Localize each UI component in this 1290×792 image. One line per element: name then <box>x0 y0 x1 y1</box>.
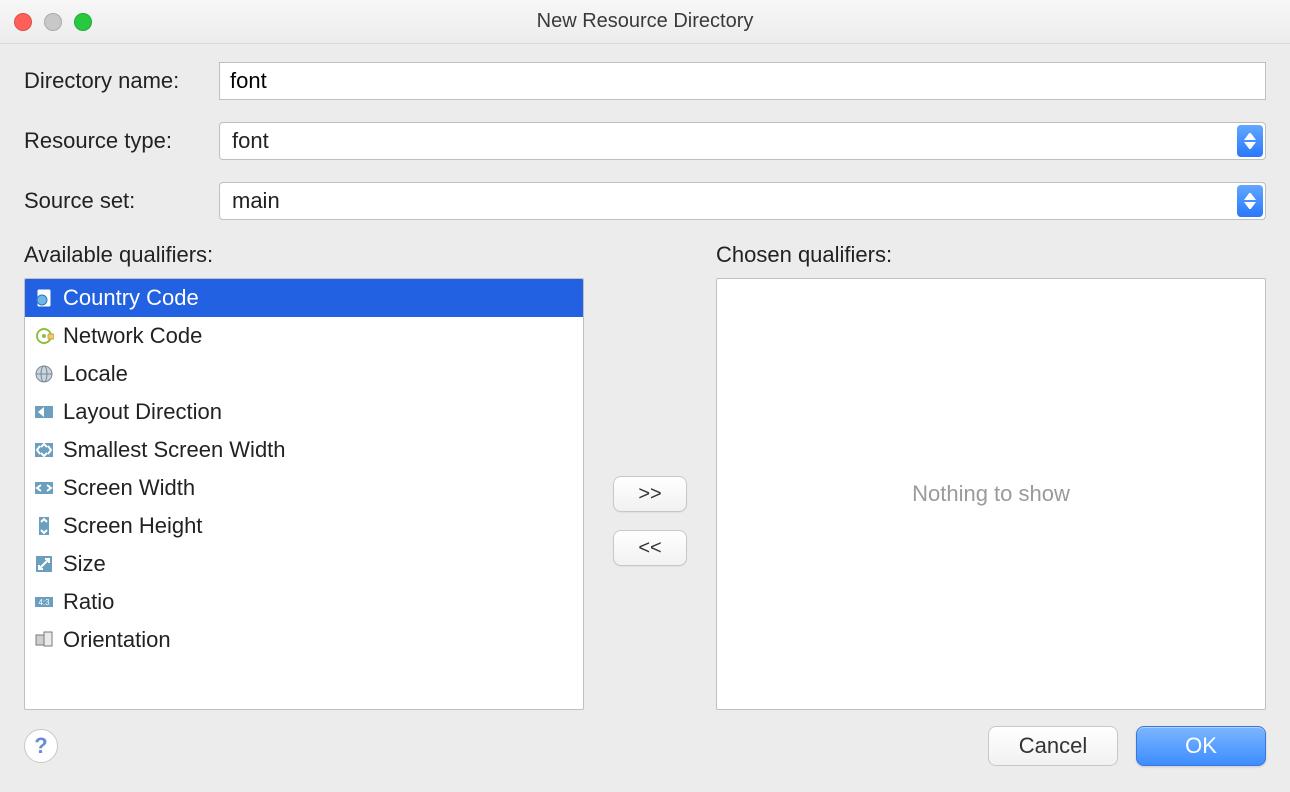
resource-type-select[interactable]: font <box>219 122 1266 160</box>
list-item-label: Orientation <box>63 627 171 653</box>
network-code-icon <box>33 325 55 347</box>
list-item[interactable]: Orientation <box>25 621 583 659</box>
help-button[interactable]: ? <box>24 729 58 763</box>
available-qualifiers-col: Available qualifiers: Country Code Networ… <box>24 242 584 710</box>
screen-width-icon <box>33 477 55 499</box>
size-icon <box>33 553 55 575</box>
window-title: New Resource Directory <box>0 10 1290 33</box>
directory-name-input[interactable] <box>219 62 1266 100</box>
available-qualifiers-list[interactable]: Country Code Network Code Locale Layout Dir… <box>24 278 584 710</box>
dropdown-stepper-icon <box>1237 185 1263 217</box>
list-item-label: Smallest Screen Width <box>63 437 286 463</box>
layout-direction-icon <box>33 401 55 423</box>
ok-button[interactable]: OK <box>1136 726 1266 766</box>
list-item[interactable]: Layout Direction <box>25 393 583 431</box>
titlebar: New Resource Directory <box>0 0 1290 44</box>
list-item-label: Network Code <box>63 323 202 349</box>
smallest-screen-width-icon <box>33 439 55 461</box>
locale-icon <box>33 363 55 385</box>
cancel-button[interactable]: Cancel <box>988 726 1118 766</box>
help-icon: ? <box>34 733 47 759</box>
minimize-icon[interactable] <box>44 13 62 31</box>
list-item[interactable]: Size <box>25 545 583 583</box>
resource-type-label: Resource type: <box>24 128 219 154</box>
source-set-value: main <box>220 184 292 218</box>
orientation-icon <box>33 629 55 651</box>
screen-height-icon <box>33 515 55 537</box>
chosen-qualifiers-label: Chosen qualifiers: <box>716 242 1266 268</box>
list-item-label: Country Code <box>63 285 199 311</box>
move-buttons-col: >> << <box>606 242 694 710</box>
list-item[interactable]: Network Code <box>25 317 583 355</box>
list-item[interactable]: Screen Height <box>25 507 583 545</box>
chosen-qualifiers-list[interactable]: Nothing to show <box>716 278 1266 710</box>
dialog-footer: ? Cancel OK <box>0 710 1290 792</box>
source-set-label: Source set: <box>24 188 219 214</box>
list-item[interactable]: Screen Width <box>25 469 583 507</box>
chosen-qualifiers-col: Chosen qualifiers: Nothing to show <box>716 242 1266 710</box>
list-item-label: Ratio <box>63 589 114 615</box>
qualifiers-section: Available qualifiers: Country Code Networ… <box>24 242 1266 710</box>
country-code-icon <box>33 287 55 309</box>
dropdown-stepper-icon <box>1237 125 1263 157</box>
row-source-set: Source set: main <box>24 182 1266 220</box>
close-icon[interactable] <box>14 13 32 31</box>
list-item[interactable]: Country Code <box>25 279 583 317</box>
list-item-label: Locale <box>63 361 128 387</box>
dialog-window: New Resource Directory Directory name: R… <box>0 0 1290 792</box>
move-right-button[interactable]: >> <box>613 476 687 512</box>
list-item[interactable]: Locale <box>25 355 583 393</box>
list-item[interactable]: Smallest Screen Width <box>25 431 583 469</box>
move-left-button[interactable]: << <box>613 530 687 566</box>
ratio-icon: 4:3 <box>33 591 55 613</box>
available-qualifiers-label: Available qualifiers: <box>24 242 584 268</box>
window-controls <box>14 13 92 31</box>
list-item-label: Layout Direction <box>63 399 222 425</box>
row-directory-name: Directory name: <box>24 62 1266 100</box>
svg-text:4:3: 4:3 <box>38 598 50 607</box>
list-item-label: Screen Height <box>63 513 202 539</box>
source-set-select[interactable]: main <box>219 182 1266 220</box>
list-item-label: Size <box>63 551 106 577</box>
list-item-label: Screen Width <box>63 475 195 501</box>
directory-name-label: Directory name: <box>24 68 219 94</box>
row-resource-type: Resource type: font <box>24 122 1266 160</box>
resource-type-value: font <box>220 124 281 158</box>
chosen-empty-text: Nothing to show <box>912 481 1070 507</box>
list-item[interactable]: 4:3 Ratio <box>25 583 583 621</box>
zoom-icon[interactable] <box>74 13 92 31</box>
dialog-content: Directory name: Resource type: font Sour… <box>0 44 1290 710</box>
